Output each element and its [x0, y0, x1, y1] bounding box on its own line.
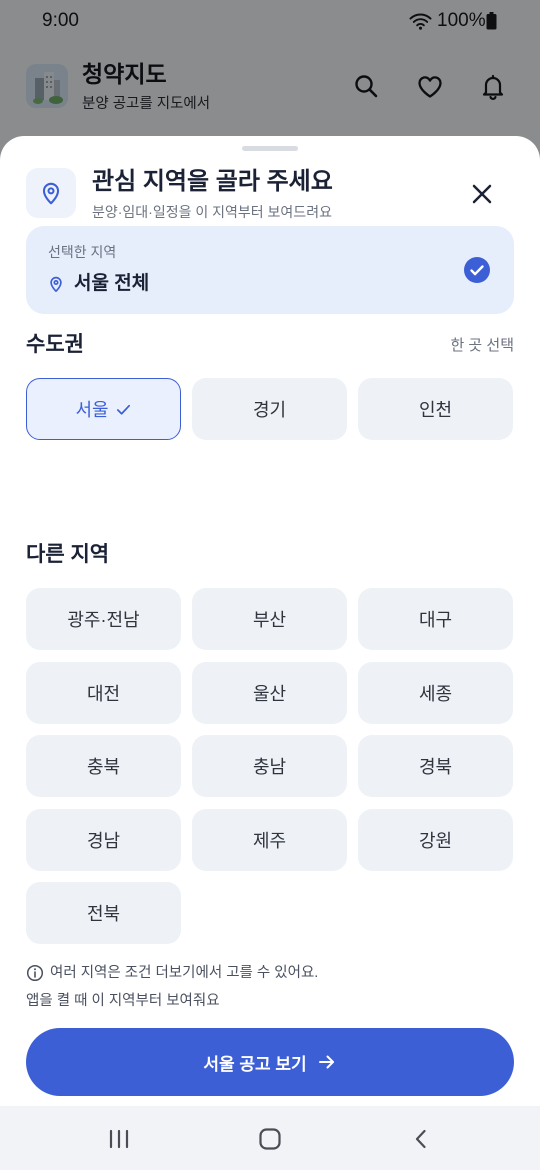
back-icon	[415, 1129, 426, 1149]
region-chip-sejong[interactable]: 세종	[358, 661, 513, 724]
view-listings-button[interactable]: 서울 공고 보기	[26, 1028, 514, 1096]
region-chip-incheon[interactable]: 인천	[358, 378, 513, 440]
other-regions-title: 다른 지역	[26, 543, 110, 566]
region-chip-gyeongnam[interactable]: 경남	[26, 808, 181, 871]
recents-button[interactable]	[103, 1123, 135, 1155]
capital-area-title: 수도권	[26, 333, 84, 356]
sheet-header-icon-box	[26, 168, 76, 218]
home-icon	[259, 1128, 281, 1150]
region-chip-label: 강원	[418, 830, 453, 851]
other-region-chips: 광주·전남 부산 대구 대전 울산 세종 충북 충남 경북 경남 제주 강원 전…	[26, 588, 513, 944]
region-chip-label: 인천	[418, 400, 453, 420]
region-chip-label: 부산	[252, 610, 287, 630]
system-nav-bar	[0, 1106, 540, 1170]
map-pin-icon	[42, 182, 60, 205]
region-chip-label: 경기	[252, 400, 287, 420]
region-chip-chungnam[interactable]: 충남	[192, 735, 347, 797]
map-pin-icon	[50, 276, 62, 292]
check-icon	[116, 404, 130, 415]
region-chip-label: 충북	[86, 757, 121, 777]
multi-region-note: 여러 지역은 조건 더보기에서 고를 수 있어요.	[50, 965, 319, 981]
region-chip-gangwon[interactable]: 강원	[358, 808, 513, 871]
region-chip-label: 경남	[86, 830, 121, 851]
drag-handle[interactable]	[242, 146, 298, 151]
region-chip-label: 경북	[418, 757, 453, 777]
region-chip-daejeon[interactable]: 대전	[26, 661, 181, 724]
region-chip-label: 서울	[75, 400, 109, 420]
close-button[interactable]	[468, 180, 496, 208]
region-chip-label: 광주·전남	[67, 610, 140, 630]
arrow-right-icon	[318, 1055, 334, 1069]
region-chip-label: 대구	[418, 610, 453, 630]
region-chip-gyeongbuk[interactable]: 경북	[358, 735, 513, 797]
region-chip-jeju[interactable]: 제주	[192, 808, 347, 871]
region-chip-label: 제주	[252, 830, 287, 851]
startup-region-note: 앱을 켤 때 이 지역부터 보여줘요	[26, 993, 220, 1009]
region-bottom-sheet: 관심 지역을 골라 주세요 분양·임대·일정을 이 지역부터 보여드려요 선택한…	[0, 136, 540, 1106]
region-chip-gwangju-jeonnam[interactable]: 광주·전남	[26, 588, 181, 650]
sheet-title: 관심 지역을 골라 주세요	[92, 168, 333, 195]
region-chip-label: 울산	[252, 683, 287, 704]
single-select-hint: 한 곳 선택	[450, 337, 514, 354]
sheet-subtitle: 분양·임대·일정을 이 지역부터 보여드려요	[92, 204, 332, 220]
info-icon	[26, 964, 44, 982]
recents-icon	[109, 1129, 129, 1149]
selected-region-card: 선택한 지역 서울 전체	[26, 226, 514, 314]
region-chip-ulsan[interactable]: 울산	[192, 661, 347, 724]
close-icon	[472, 184, 492, 204]
region-chip-seoul[interactable]: 서울	[26, 378, 181, 440]
region-chip-label: 세종	[418, 683, 453, 704]
region-chip-jeonbuk[interactable]: 전북	[26, 882, 181, 944]
back-button[interactable]	[405, 1123, 437, 1155]
view-listings-label: 서울 공고 보기	[203, 1054, 307, 1074]
region-chip-label: 전북	[86, 904, 121, 924]
region-chip-label: 충남	[252, 757, 287, 777]
region-chip-label: 대전	[86, 683, 121, 704]
capital-area-chips: 서울 경기 인천	[26, 378, 513, 440]
selected-region-value: 서울 전체	[74, 273, 150, 294]
region-chip-busan[interactable]: 부산	[192, 588, 347, 650]
check-circle-icon	[464, 257, 490, 283]
region-chip-gyeonggi[interactable]: 경기	[192, 378, 347, 440]
region-chip-daegu[interactable]: 대구	[358, 588, 513, 650]
home-button[interactable]	[254, 1123, 286, 1155]
region-chip-chungbuk[interactable]: 충북	[26, 735, 181, 797]
selected-region-label: 선택한 지역	[48, 244, 117, 260]
